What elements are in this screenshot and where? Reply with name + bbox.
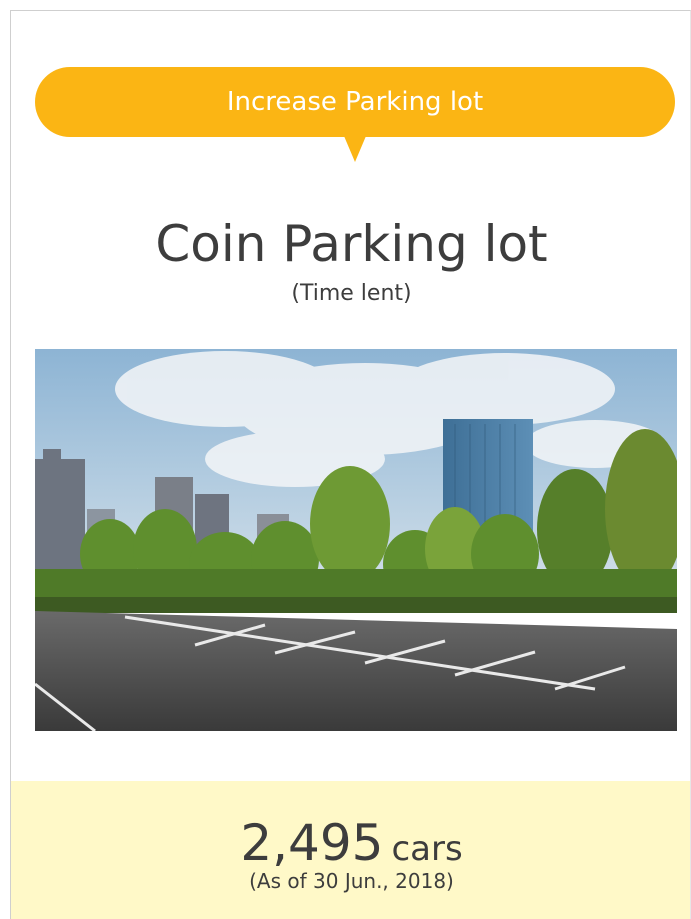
hedge: [35, 597, 677, 613]
card-subtitle: (Time lent): [291, 281, 412, 306]
banner-pointer: [344, 136, 366, 162]
stats-panel: 2,495 cars (As of 30 Jun., 2018): [11, 781, 690, 919]
info-card: Increase Parking lot Coin Parking lot (T…: [10, 10, 691, 919]
category-banner-label: Increase Parking lot: [226, 87, 484, 117]
parking-count-unit: cars: [391, 829, 463, 869]
asphalt: [35, 611, 677, 731]
parking-lot-photo: [35, 349, 677, 731]
as-of-date: (As of 30 Jun., 2018): [249, 869, 454, 893]
parking-count-value: 2,495: [240, 814, 384, 872]
card-title: Coin Parking lot: [155, 215, 548, 273]
category-banner: Increase Parking lot: [35, 67, 675, 137]
